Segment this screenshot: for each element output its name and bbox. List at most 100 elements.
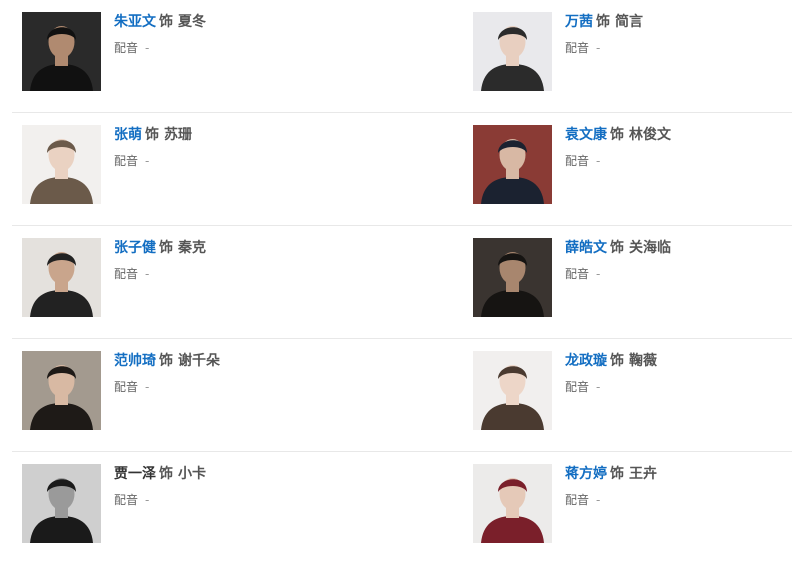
actor-photo[interactable] [473,464,552,543]
role-prefix: 饰 [610,127,624,143]
actor-info: 龙政璇饰鞠薇配音 - [565,351,793,395]
actor-role-line: 贾一泽饰小卡 [114,464,434,484]
actor-info: 张萌饰苏珊配音 - [114,125,434,169]
actor-role-line: 张萌饰苏珊 [114,125,434,145]
actor-name[interactable]: 龙政璇 [565,353,607,369]
role-name: 夏冬 [178,14,206,30]
actor-info: 万茜饰简言配音 - [565,12,793,56]
actor-name[interactable]: 张萌 [114,127,142,143]
actor-name: 贾一泽 [114,466,156,482]
role-name: 苏珊 [164,127,192,143]
role-prefix: 饰 [145,127,159,143]
role-name: 关海临 [629,240,671,256]
actor-photo[interactable] [22,351,101,430]
role-name: 简言 [615,14,643,30]
actor-photo[interactable] [22,238,101,317]
cast-row: 贾一泽饰小卡 配音 - 蒋方婷饰王卉 配音 - [12,452,792,565]
actor-info: 张子健饰秦克配音 - [114,238,434,282]
actor-name[interactable]: 万茜 [565,14,593,30]
dub-value: - [145,154,150,168]
role-prefix: 饰 [610,466,624,482]
dub-label: 配音 [565,154,590,168]
cast-list: 朱亚文饰夏冬 配音 - 万茜饰简言 配音 - 张萌饰苏珊 配音 - 袁文康饰林俊文 配音 - 张子健饰秦… [0,0,793,558]
dub-line: 配音 - [114,492,434,508]
actor-info: 薛皓文饰关海临配音 - [565,238,793,282]
dub-value: - [145,267,150,281]
dub-label: 配音 [114,493,139,507]
dub-label: 配音 [565,41,590,55]
actor-photo[interactable] [22,125,101,204]
role-prefix: 饰 [159,466,173,482]
dub-label: 配音 [565,380,590,394]
dub-value: - [596,493,601,507]
actor-portrait-icon [22,238,101,317]
actor-role-line: 袁文康饰林俊文 [565,125,793,145]
dub-line: 配音 - [565,40,793,56]
role-name: 林俊文 [629,127,671,143]
actor-portrait-icon [473,238,552,317]
dub-value: - [596,154,601,168]
actor-info: 蒋方婷饰王卉配音 - [565,464,793,508]
dub-label: 配音 [565,267,590,281]
dub-label: 配音 [565,493,590,507]
role-prefix: 饰 [610,240,624,256]
actor-role-line: 龙政璇饰鞠薇 [565,351,793,371]
actor-info: 范帅琦饰谢千朵配音 - [114,351,434,395]
actor-info: 袁文康饰林俊文配音 - [565,125,793,169]
dub-line: 配音 - [114,153,434,169]
dub-value: - [145,41,150,55]
actor-photo[interactable] [22,12,101,91]
dub-label: 配音 [114,154,139,168]
dub-value: - [596,380,601,394]
actor-name[interactable]: 范帅琦 [114,353,156,369]
dub-line: 配音 - [565,266,793,282]
actor-role-line: 薛皓文饰关海临 [565,238,793,258]
cast-row: 朱亚文饰夏冬 配音 - 万茜饰简言 配音 - [12,0,792,113]
cast-row: 范帅琦饰谢千朵 配音 - 龙政璇饰鞠薇 配音 - [12,339,792,452]
dub-value: - [145,380,150,394]
role-name: 谢千朵 [178,353,220,369]
actor-name[interactable]: 袁文康 [565,127,607,143]
dub-line: 配音 - [565,492,793,508]
role-name: 王卉 [629,466,657,482]
actor-role-line: 万茜饰简言 [565,12,793,32]
role-prefix: 饰 [596,14,610,30]
dub-line: 配音 - [114,266,434,282]
dub-label: 配音 [114,267,139,281]
actor-photo[interactable] [473,351,552,430]
actor-role-line: 范帅琦饰谢千朵 [114,351,434,371]
cast-row: 张萌饰苏珊 配音 - 袁文康饰林俊文 配音 - [12,113,792,226]
dub-line: 配音 - [114,379,434,395]
dub-label: 配音 [114,41,139,55]
actor-name[interactable]: 朱亚文 [114,14,156,30]
actor-name[interactable]: 薛皓文 [565,240,607,256]
dub-label: 配音 [114,380,139,394]
actor-role-line: 蒋方婷饰王卉 [565,464,793,484]
actor-portrait-icon [473,464,552,543]
actor-info: 贾一泽饰小卡配音 - [114,464,434,508]
role-prefix: 饰 [610,353,624,369]
role-name: 小卡 [178,466,206,482]
cast-row: 张子健饰秦克 配音 - 薛皓文饰关海临 配音 - [12,226,792,339]
dub-value: - [596,41,601,55]
actor-portrait-icon [22,125,101,204]
dub-line: 配音 - [565,153,793,169]
actor-name[interactable]: 张子健 [114,240,156,256]
actor-portrait-icon [22,12,101,91]
actor-photo[interactable] [473,125,552,204]
actor-photo[interactable] [473,12,552,91]
actor-photo[interactable] [473,238,552,317]
role-name: 鞠薇 [629,353,657,369]
actor-role-line: 张子健饰秦克 [114,238,434,258]
actor-info: 朱亚文饰夏冬 配音 - [114,12,434,56]
dub-value: - [145,493,150,507]
actor-photo[interactable] [22,464,101,543]
actor-name[interactable]: 蒋方婷 [565,466,607,482]
role-prefix: 饰 [159,240,173,256]
role-name: 秦克 [178,240,206,256]
actor-portrait-icon [473,12,552,91]
dub-value: - [596,267,601,281]
actor-portrait-icon [22,351,101,430]
dub-line: 配音 - [565,379,793,395]
role-prefix: 饰 [159,353,173,369]
